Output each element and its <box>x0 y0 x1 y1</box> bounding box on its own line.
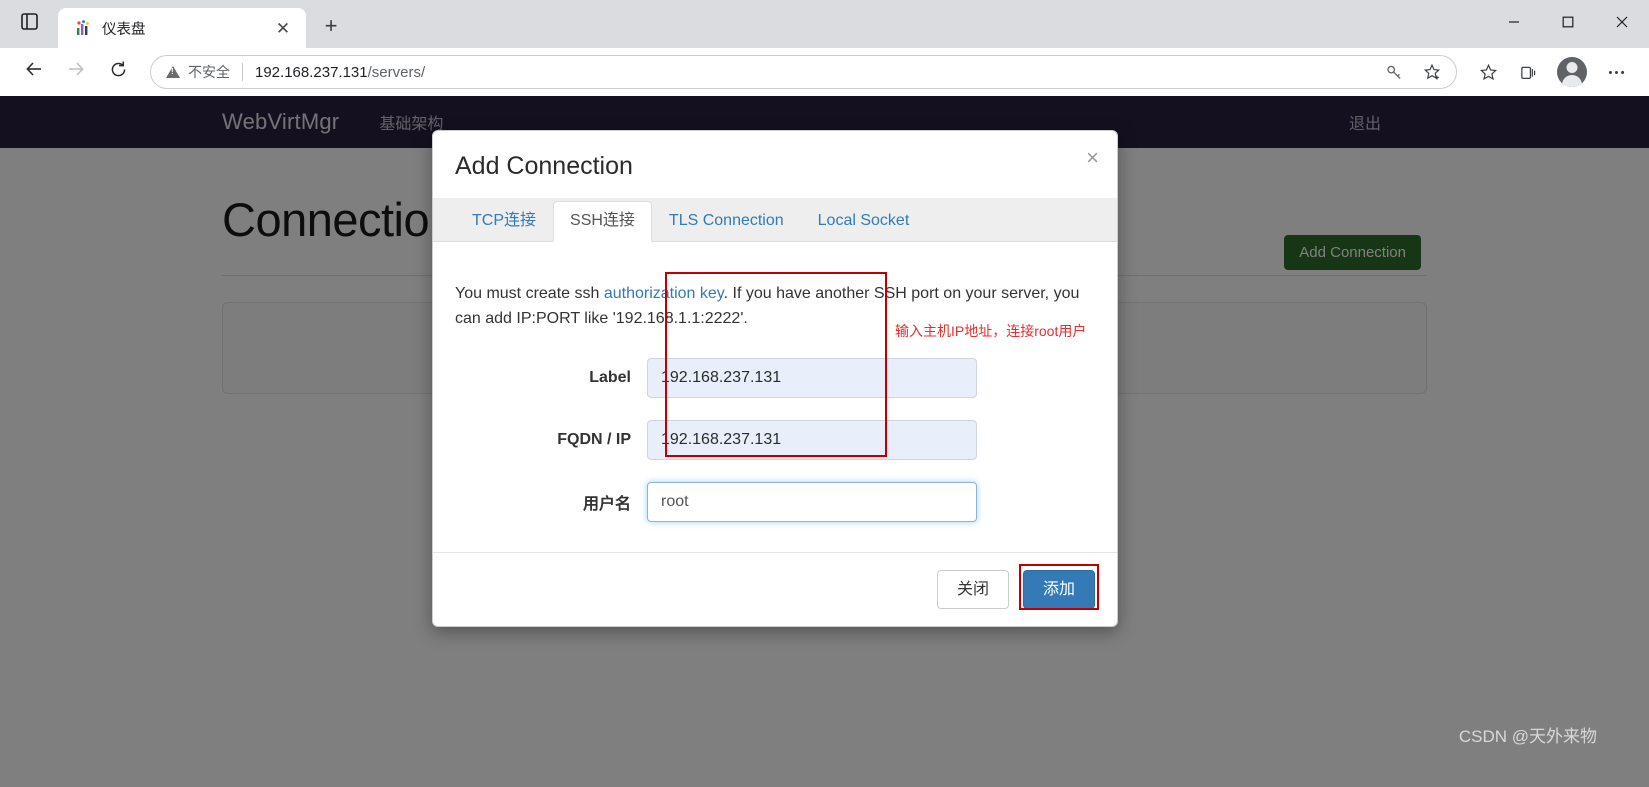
tab-title: 仪表盘 <box>102 21 146 38</box>
label-field-label: Label <box>589 368 631 386</box>
profile-avatar-icon[interactable] <box>1557 57 1587 87</box>
modal-footer: 关闭 添加 <box>433 551 1117 626</box>
modal-close-icon[interactable]: × <box>1086 147 1099 169</box>
authorization-key-link[interactable]: authorization key <box>604 285 724 302</box>
favorites-icon[interactable] <box>1469 53 1507 91</box>
minimize-icon <box>1508 16 1520 31</box>
address-bar[interactable]: 不安全 192.168.237.131/servers/ <box>150 55 1457 89</box>
maximize-button[interactable] <box>1541 0 1595 46</box>
browser-tab[interactable]: 仪表盘 ✕ <box>58 8 306 48</box>
more-settings-icon[interactable] <box>1597 53 1635 91</box>
fqdn-ip-input[interactable]: 192.168.237.131 <box>647 419 977 460</box>
help-text-before: You must create ssh <box>455 285 604 302</box>
form-row-fqdn: FQDN / IP 192.168.237.131 <box>455 419 1095 460</box>
security-indicator[interactable]: 不安全 <box>166 62 230 82</box>
omnibox-divider <box>242 63 243 81</box>
tab-list-icon <box>20 13 38 35</box>
reload-icon <box>109 60 128 85</box>
label-input[interactable]: 192.168.237.131 <box>647 357 977 398</box>
collections-icon[interactable] <box>1509 53 1547 91</box>
browser-window: 仪表盘 ✕ + ! 不安全 192.168.237.131/servers/ A… <box>0 0 1649 787</box>
tab-list-button[interactable] <box>0 0 58 48</box>
favorite-add-icon[interactable] <box>1413 53 1451 91</box>
tab-tcp-connection[interactable]: TCP连接 <box>455 201 553 242</box>
tab-ssh-connection[interactable]: SSH连接 <box>553 201 652 242</box>
page-viewport: WebVirtMgr 基础架构 退出 Connections Add Conne… <box>0 96 1649 787</box>
tab-container: 仪表盘 ✕ + <box>58 0 350 48</box>
tab-close-icon[interactable]: ✕ <box>270 15 296 41</box>
browser-tab-strip: 仪表盘 ✕ + <box>0 0 1649 48</box>
reload-button[interactable] <box>98 52 138 92</box>
back-arrow-icon <box>24 59 44 85</box>
new-tab-button[interactable]: + <box>312 7 350 45</box>
forward-button <box>56 52 96 92</box>
key-icon[interactable] <box>1375 53 1413 91</box>
submit-add-button[interactable]: 添加 <box>1022 569 1095 609</box>
maximize-icon <box>1562 16 1574 31</box>
form-row-label: Label 192.168.237.131 <box>455 357 1095 398</box>
fqdn-field-label: FQDN / IP <box>557 430 631 448</box>
omnibox-actions <box>1375 53 1451 91</box>
back-button[interactable] <box>14 52 54 92</box>
window-close-icon <box>1616 16 1628 31</box>
modal-body: You must create ssh authorization key. I… <box>433 242 1117 552</box>
url-host: 192.168.237.131 <box>255 63 368 81</box>
window-close-button[interactable] <box>1595 0 1649 46</box>
url-path: /servers/ <box>367 63 426 81</box>
form-row-username: 用户名 root <box>455 481 1095 522</box>
address-bar-url: 192.168.237.131/servers/ <box>255 64 425 81</box>
modal-tab-nav: TCP连接 SSH连接 TLS Connection Local Socket <box>433 198 1117 242</box>
forward-arrow-icon <box>66 59 86 85</box>
tab-tls-connection[interactable]: TLS Connection <box>652 201 801 242</box>
modal-title: Add Connection <box>455 152 633 180</box>
close-button[interactable]: 关闭 <box>936 569 1009 609</box>
browser-toolbar: 不安全 192.168.237.131/servers/ <box>0 48 1649 96</box>
annotation-text: 输入主机IP地址，连接root用户 <box>895 323 1087 339</box>
minimize-button[interactable] <box>1487 0 1541 46</box>
warning-triangle-icon <box>166 66 180 78</box>
security-label: 不安全 <box>188 64 230 80</box>
modal-header: Add Connection × <box>433 131 1117 198</box>
chart-favicon-icon <box>74 19 92 37</box>
watermark: CSDN @天外来物 <box>1458 727 1597 746</box>
tab-local-socket[interactable]: Local Socket <box>801 201 927 242</box>
username-field-label: 用户名 <box>582 495 631 513</box>
add-connection-modal: Add Connection × TCP连接 SSH连接 TLS Connect… <box>432 130 1118 627</box>
window-controls <box>1487 0 1649 46</box>
username-input[interactable]: root <box>647 481 977 522</box>
plus-icon: + <box>324 13 338 38</box>
